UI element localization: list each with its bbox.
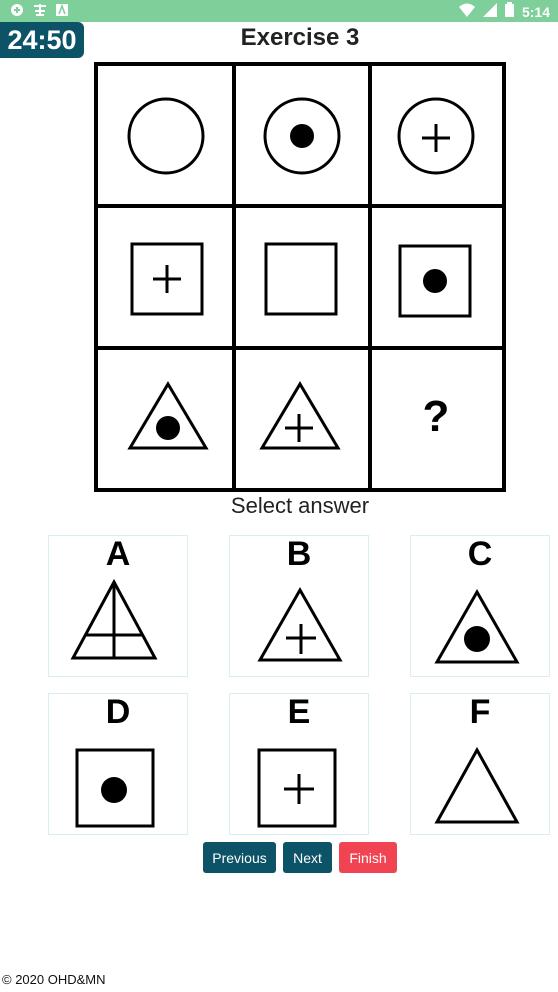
- a-icon: [56, 3, 68, 22]
- triangle-plus-shape: [257, 586, 343, 662]
- option-letter: F: [469, 693, 491, 731]
- grid-cell-question: ?: [370, 348, 502, 488]
- status-time: 5:14: [521, 4, 550, 20]
- grid-cell-circle-dot: [234, 66, 370, 206]
- page-title: Exercise 3: [240, 24, 360, 51]
- question-mark: ?: [422, 392, 450, 441]
- select-answer-label: Select answer: [230, 493, 370, 518]
- grid-cell-circle-plus: [370, 66, 502, 206]
- signal-icon: [482, 2, 497, 22]
- notification-icon: [10, 3, 24, 22]
- option-b[interactable]: B: [229, 535, 369, 677]
- option-d[interactable]: D: [48, 693, 188, 835]
- triangle-dot-shape: [434, 588, 520, 664]
- option-letter: C: [467, 535, 493, 573]
- footer-copyright: © 2020 OHD&MN: [2, 972, 106, 987]
- option-letter: D: [105, 693, 131, 731]
- square-plus-shape: [257, 748, 337, 828]
- triangle-empty-shape: [434, 746, 520, 824]
- question-grid: ?: [94, 62, 506, 492]
- option-letter: E: [287, 693, 311, 731]
- option-e[interactable]: E: [229, 693, 369, 835]
- triangle-cross-lines-shape: [70, 578, 158, 660]
- battery-icon: [504, 2, 514, 22]
- next-button[interactable]: Next: [283, 842, 332, 873]
- status-bar: 5:14: [0, 0, 558, 22]
- grid-cell-square-plus: [98, 206, 234, 348]
- grid-cell-square-dot: [370, 206, 502, 348]
- option-c[interactable]: C: [410, 535, 550, 677]
- grid-cell-circle-empty: [98, 66, 234, 206]
- option-f[interactable]: F: [410, 693, 550, 835]
- square-dot-shape: [75, 748, 155, 828]
- grid-cell-triangle-dot: [98, 348, 234, 488]
- previous-button[interactable]: Previous: [203, 842, 276, 873]
- finish-button[interactable]: Finish: [339, 842, 397, 873]
- option-letter: B: [286, 535, 312, 573]
- grid-cell-triangle-plus: [234, 348, 370, 488]
- wifi-icon: [458, 3, 475, 22]
- app-icon: [32, 3, 48, 22]
- option-a[interactable]: A: [48, 535, 188, 677]
- option-letter: A: [105, 535, 131, 573]
- grid-cell-square-empty: [234, 206, 370, 348]
